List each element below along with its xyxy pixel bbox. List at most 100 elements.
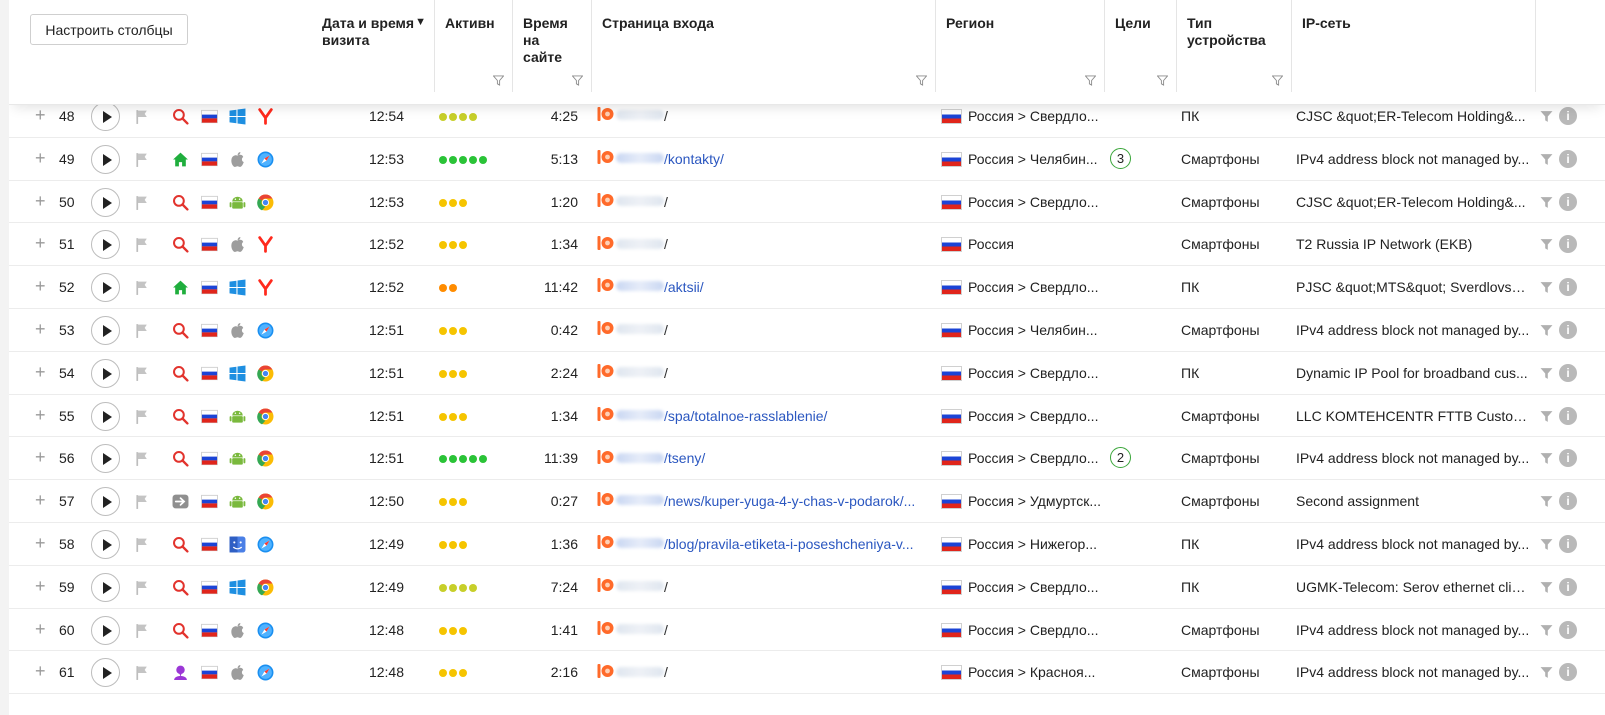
expand-icon[interactable]: + — [35, 266, 47, 308]
info-icon[interactable]: i — [1559, 534, 1577, 553]
play-recording-button[interactable] — [91, 615, 120, 645]
filter-icon[interactable] — [1540, 367, 1553, 380]
entry-page-link[interactable]: /tseny/ — [597, 437, 937, 479]
table-row[interactable]: + 57 12:50 0:27 /news/kuper-yuga-4-y-cha… — [9, 480, 1605, 523]
play-recording-button[interactable] — [91, 444, 120, 474]
expand-icon[interactable]: + — [35, 480, 47, 522]
entry-page-link[interactable]: /spa/totalnoe-rasslablenie/ — [597, 395, 937, 437]
play-recording-button[interactable] — [91, 572, 120, 602]
info-icon[interactable]: i — [1559, 449, 1577, 468]
expand-icon[interactable]: + — [35, 566, 47, 608]
filter-icon[interactable] — [493, 75, 504, 86]
filter-icon[interactable] — [1540, 196, 1553, 209]
table-row[interactable]: + 50 12:53 1:20 / Россия > Свердло... См — [9, 181, 1605, 224]
play-recording-button[interactable] — [91, 487, 120, 517]
column-header-goals[interactable]: Цели — [1105, 0, 1177, 92]
filter-icon[interactable] — [1540, 495, 1553, 508]
entry-page-link[interactable]: / — [597, 352, 937, 394]
entry-page-link[interactable]: / — [597, 609, 937, 651]
info-icon[interactable]: i — [1559, 492, 1577, 511]
column-header-entry-page[interactable]: Страница входа — [592, 0, 936, 92]
table-row[interactable]: + 51 12:52 1:34 / Россия Смартфоны T2 Ru… — [9, 223, 1605, 267]
entry-page-link[interactable]: / — [597, 223, 937, 265]
expand-icon[interactable]: + — [35, 395, 47, 437]
filter-icon[interactable] — [1540, 153, 1553, 166]
play-recording-button[interactable] — [91, 230, 120, 260]
table-row[interactable]: + 61 12:48 2:16 / Россия > Красноя... См — [9, 651, 1605, 695]
flag-icon[interactable] — [133, 194, 150, 211]
info-icon[interactable]: i — [1559, 406, 1577, 425]
info-icon[interactable]: i — [1559, 620, 1577, 639]
flag-icon[interactable] — [133, 279, 150, 296]
table-row[interactable]: + 56 12:51 11:39 /tseny/ Россия > Свердл… — [9, 437, 1605, 481]
flag-icon[interactable] — [133, 151, 150, 168]
entry-page-link[interactable]: /blog/pravila-etiketa-i-poseshcheniya-v.… — [597, 523, 937, 565]
table-row[interactable]: + 59 12:49 7:24 / Россия > Свердло... ПК — [9, 566, 1605, 609]
filter-icon[interactable] — [916, 75, 927, 86]
filter-icon[interactable] — [1540, 452, 1553, 465]
filter-icon[interactable] — [1085, 75, 1096, 86]
table-row[interactable]: + 49 12:53 5:13 /kontakty/ Россия > Челя… — [9, 138, 1605, 181]
info-icon[interactable]: i — [1559, 320, 1577, 339]
info-icon[interactable]: i — [1559, 107, 1577, 125]
expand-icon[interactable]: + — [35, 223, 47, 265]
filter-icon[interactable] — [572, 75, 583, 86]
info-icon[interactable]: i — [1559, 663, 1577, 682]
goals-count-badge[interactable]: 3 — [1110, 147, 1131, 169]
entry-page-link[interactable]: /kontakty/ — [597, 138, 937, 180]
filter-icon[interactable] — [1540, 238, 1553, 251]
column-header-datetime[interactable]: Дата и время визита ▼ — [312, 0, 435, 92]
table-row[interactable]: + 58 12:49 1:36 /blog/pravila-etiketa-i-… — [9, 523, 1605, 566]
flag-icon[interactable] — [133, 579, 150, 596]
table-row[interactable]: + 60 12:48 1:41 / Россия > Свердло... См — [9, 609, 1605, 652]
flag-icon[interactable] — [133, 450, 150, 467]
play-recording-button[interactable] — [91, 401, 120, 431]
expand-icon[interactable]: + — [35, 138, 47, 180]
info-icon[interactable]: i — [1559, 235, 1577, 254]
info-icon[interactable]: i — [1559, 149, 1577, 168]
expand-icon[interactable]: + — [35, 609, 47, 651]
play-recording-button[interactable] — [91, 358, 120, 388]
column-header-region[interactable]: Регион — [936, 0, 1105, 92]
flag-icon[interactable] — [133, 322, 150, 339]
flag-icon[interactable] — [133, 664, 150, 681]
filter-icon[interactable] — [1540, 110, 1553, 123]
filter-icon[interactable] — [1540, 581, 1553, 594]
play-recording-button[interactable] — [91, 529, 120, 559]
entry-page-link[interactable]: / — [597, 651, 937, 693]
entry-page-link[interactable]: /aktsii/ — [597, 266, 937, 308]
filter-icon[interactable] — [1540, 410, 1553, 423]
flag-icon[interactable] — [133, 365, 150, 382]
expand-icon[interactable]: + — [35, 437, 47, 479]
flag-icon[interactable] — [133, 236, 150, 253]
flag-icon[interactable] — [133, 108, 150, 125]
expand-icon[interactable]: + — [35, 181, 47, 223]
info-icon[interactable]: i — [1559, 577, 1577, 596]
configure-columns-button[interactable]: Настроить столбцы — [30, 14, 188, 45]
table-row[interactable]: + 55 12:51 1:34 /spa/totalnoe-rasslablen… — [9, 395, 1605, 438]
column-header-activity[interactable]: Активн — [435, 0, 513, 92]
filter-icon[interactable] — [1540, 538, 1553, 551]
play-recording-button[interactable] — [91, 658, 120, 688]
column-header-duration[interactable]: Время на сайте — [513, 0, 592, 92]
expand-icon[interactable]: + — [35, 523, 47, 565]
flag-icon[interactable] — [133, 493, 150, 510]
filter-icon[interactable] — [1272, 75, 1283, 86]
play-recording-button[interactable] — [91, 273, 120, 303]
table-row[interactable]: + 53 12:51 0:42 / Россия > Челябин... См — [9, 309, 1605, 352]
column-header-device-type[interactable]: Тип устройства — [1177, 0, 1292, 92]
expand-icon[interactable]: + — [35, 352, 47, 394]
play-recording-button[interactable] — [91, 102, 120, 131]
play-recording-button[interactable] — [91, 144, 120, 174]
filter-icon[interactable] — [1540, 324, 1553, 337]
entry-page-link[interactable]: / — [597, 566, 937, 608]
entry-page-link[interactable]: /news/kuper-yuga-4-y-chas-v-podarok/... — [597, 480, 937, 522]
column-header-ip-network[interactable]: IP-сеть — [1292, 0, 1536, 92]
filter-icon[interactable] — [1540, 666, 1553, 679]
info-icon[interactable]: i — [1559, 363, 1577, 382]
flag-icon[interactable] — [133, 536, 150, 553]
flag-icon[interactable] — [133, 622, 150, 639]
info-icon[interactable]: i — [1559, 278, 1577, 297]
sort-desc-icon[interactable]: ▼ — [415, 14, 426, 31]
expand-icon[interactable]: + — [35, 309, 47, 351]
